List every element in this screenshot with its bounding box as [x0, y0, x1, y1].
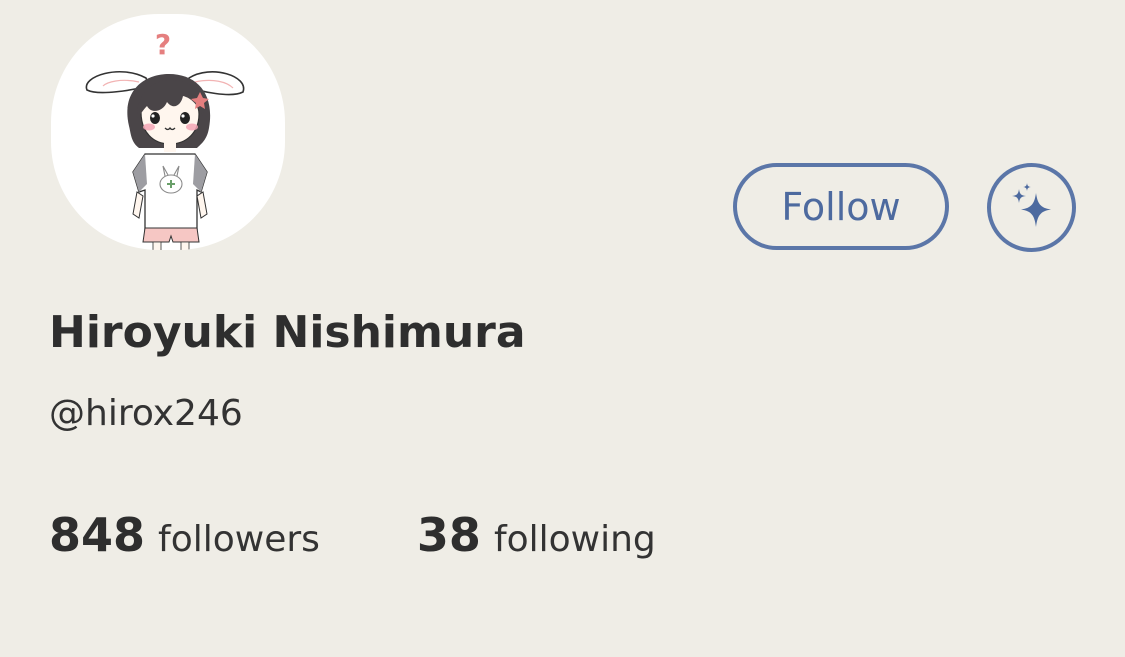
sparkle-button[interactable] [987, 163, 1076, 252]
following-label: following [493, 519, 656, 560]
display-name: Hiroyuki Nishimura [49, 307, 526, 358]
sparkle-icon [1011, 182, 1051, 227]
profile-stats: 848 followers 38 following [49, 508, 656, 568]
followers-count: 848 [49, 508, 146, 562]
following-link[interactable]: 38 following [417, 508, 656, 562]
followers-link[interactable]: 848 followers [49, 508, 320, 562]
followers-label: followers [158, 519, 320, 560]
user-handle: @hirox246 [49, 393, 243, 434]
question-mark: ? [155, 28, 171, 61]
following-count: 38 [416, 508, 481, 562]
follow-button[interactable]: Follow [733, 163, 949, 250]
avatar[interactable]: ? [51, 14, 285, 250]
avatar-illustration: ? [85, 28, 245, 250]
